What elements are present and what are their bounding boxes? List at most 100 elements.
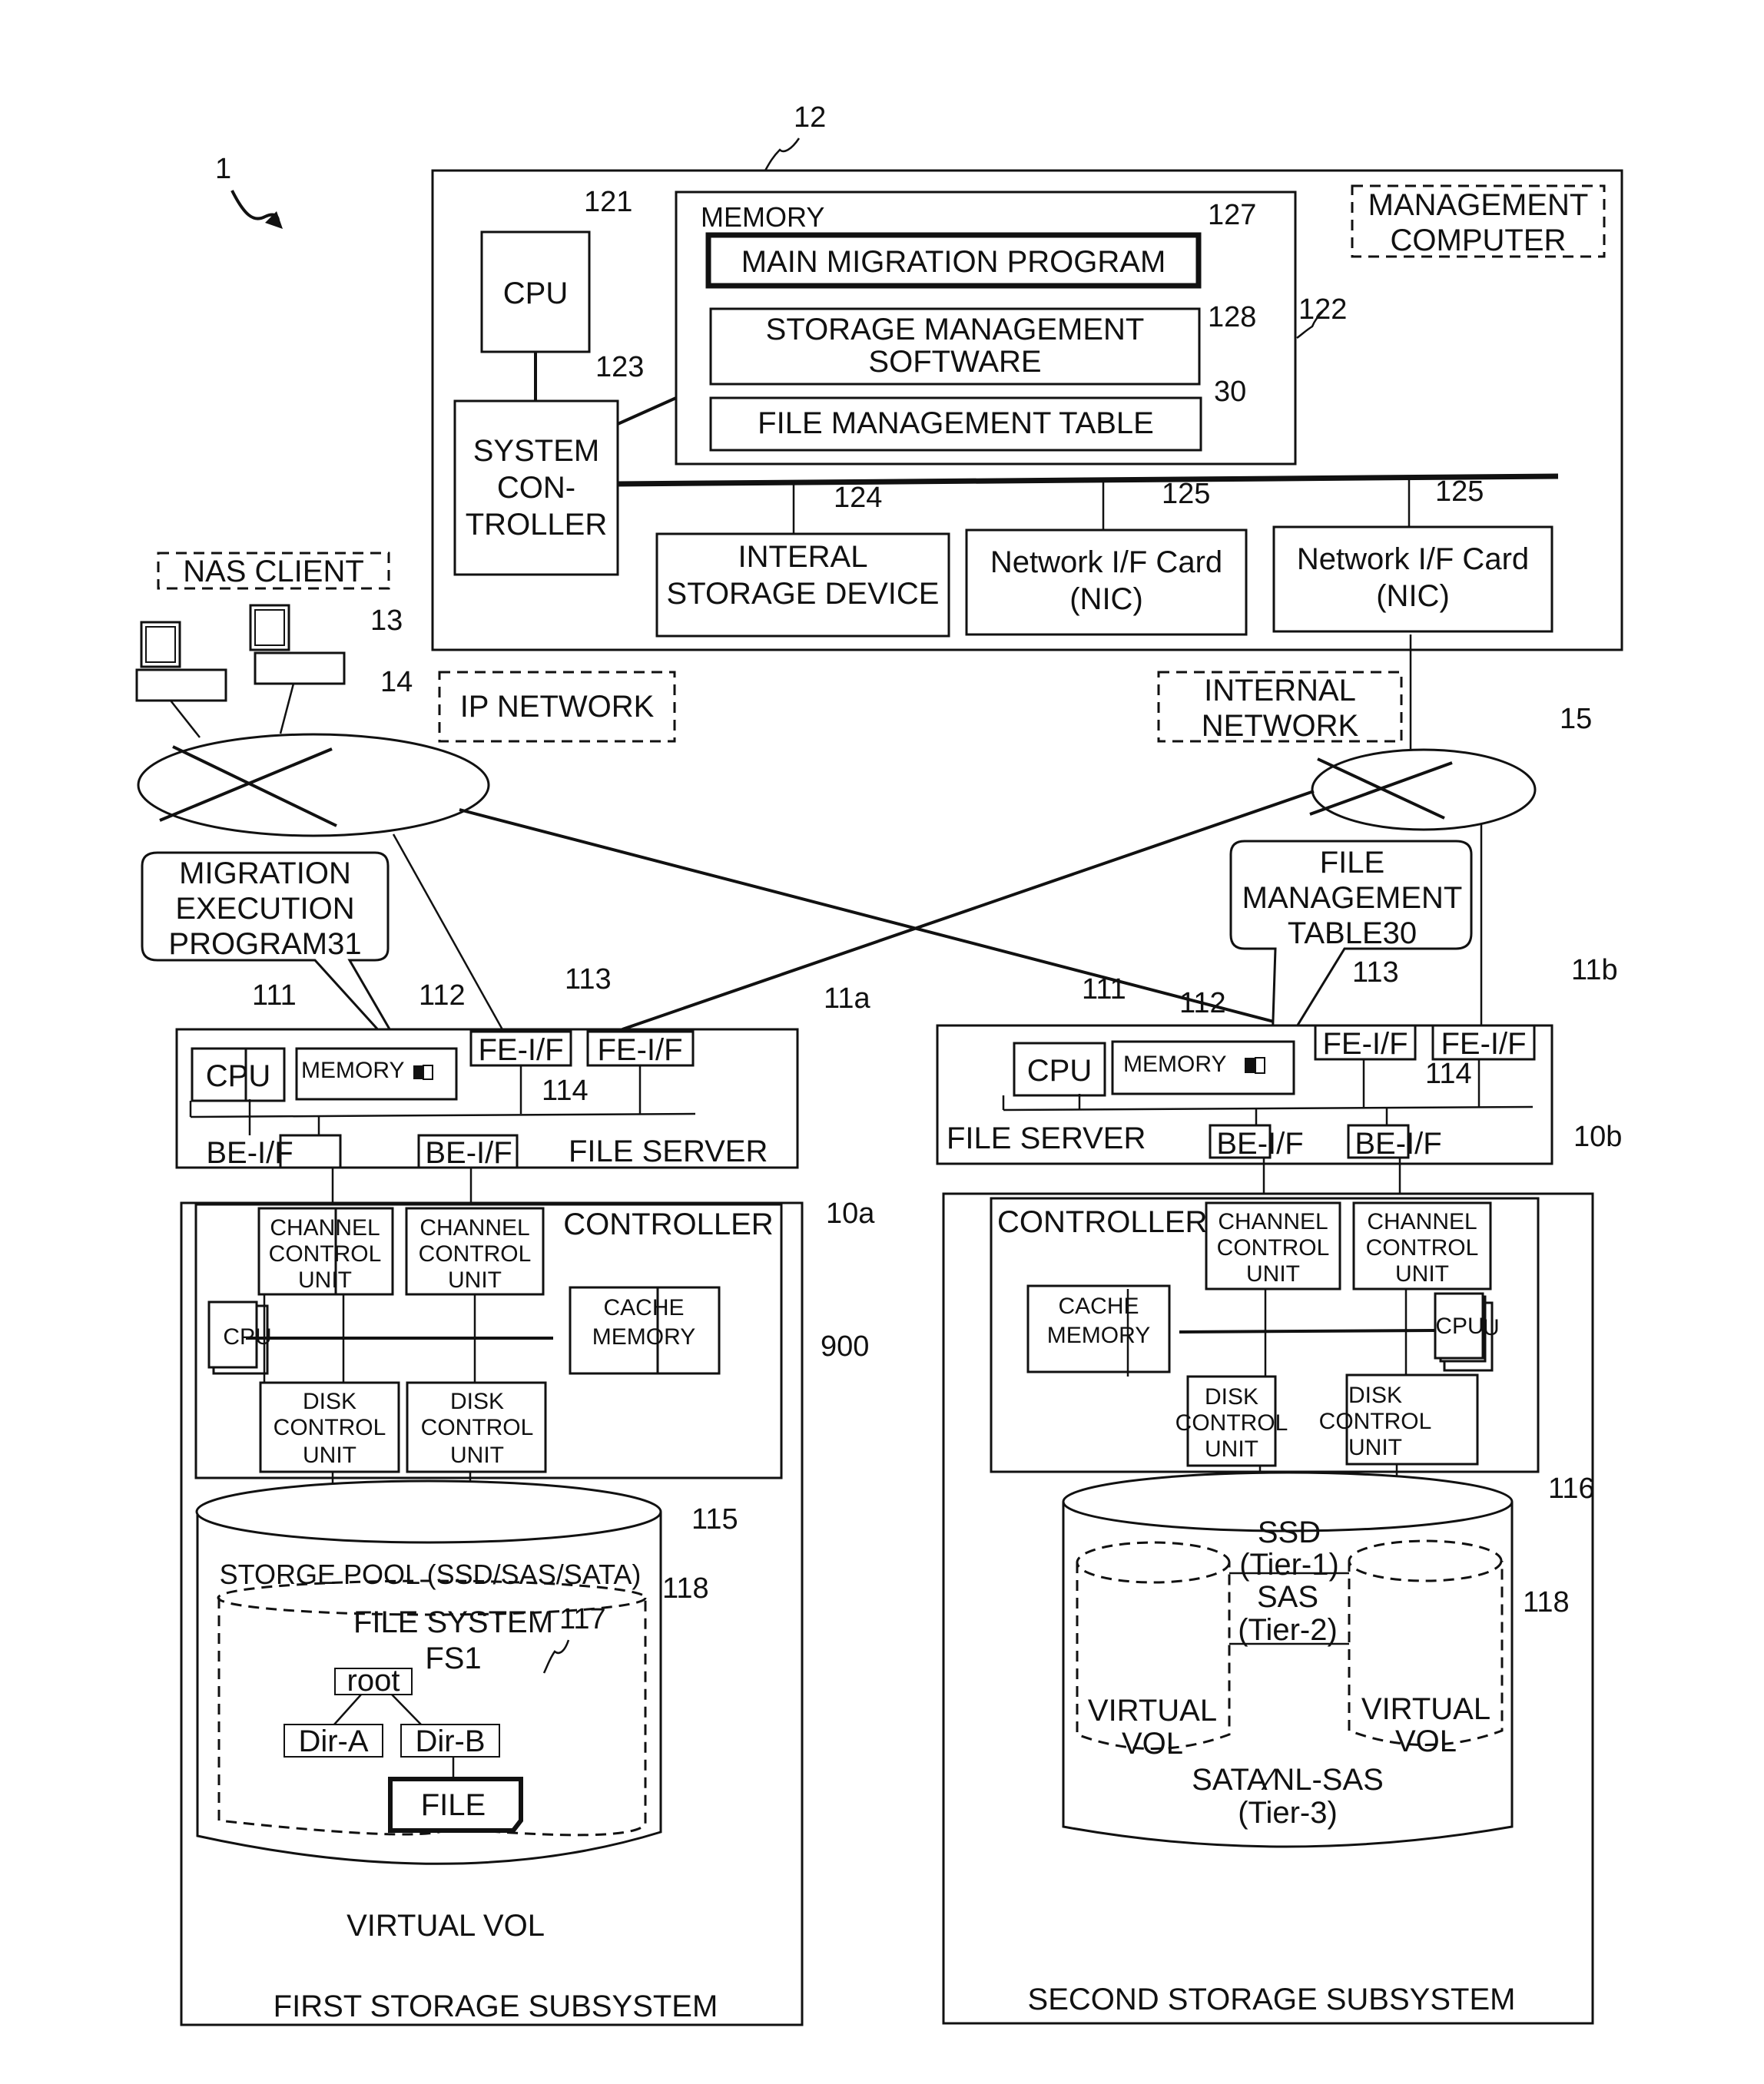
ip-network-label: IP NETWORK	[460, 690, 655, 724]
internal-storage-ref: 124	[834, 482, 882, 514]
be-if-label: BE-I/F	[206, 1136, 293, 1170]
file-system-label-2: FS1	[425, 1642, 481, 1675]
migration-execution-label-3: PROGRAM31	[168, 927, 361, 961]
file-management-table-mgmt-ref: 30	[1214, 376, 1246, 408]
tier-3-label-2: (Tier-3)	[1238, 1796, 1338, 1830]
unit-label: CHANNEL	[1367, 1209, 1477, 1234]
file-system-ref: 117	[559, 1603, 606, 1635]
unit-label: CHANNEL	[270, 1215, 380, 1241]
second-storage-ref: 10b	[1573, 1121, 1622, 1153]
controller-internal-bus	[1179, 1329, 1436, 1334]
nas-client-ref: 13	[370, 605, 403, 637]
memory-data-block-icon	[1255, 1057, 1265, 1074]
second-storage-subsystem: 10b SECOND STORAGE SUBSYSTEM CONTROLLER …	[942, 1121, 1622, 2025]
file-system-label-1: FILE SYSTEM	[353, 1605, 553, 1639]
tier-1-label-2: (Tier-1)	[1239, 1548, 1339, 1582]
file-server-b-fe-ref: 113	[1352, 956, 1399, 989]
tree-root-label: root	[347, 1664, 400, 1698]
ip-network-to-fs1-link	[392, 833, 520, 1059]
unit-label: DISK	[450, 1389, 504, 1414]
file-server-a-cpu-label: CPU	[206, 1059, 270, 1093]
management-computer-label-1: MANAGEMENT	[1368, 188, 1589, 222]
nic-2-label-2: (NIC)	[1376, 579, 1450, 613]
first-controller-label: CONTROLLER	[563, 1208, 773, 1241]
migration-execution-label-1: MIGRATION	[179, 856, 351, 890]
fe-if-label: FE-I/F	[1441, 1027, 1526, 1061]
internal-network-ellipse	[1311, 748, 1537, 831]
file-server-b-memory-ref: 112	[1179, 987, 1226, 1019]
file-server-a-label: FILE SERVER	[569, 1135, 768, 1168]
file-management-table-callout-3: TABLE30	[1288, 916, 1417, 950]
pool-cylinder-top	[195, 1479, 662, 1544]
virtual-vol-ref: 118	[662, 1572, 709, 1605]
cache-memory-label-1: CACHE	[603, 1295, 684, 1320]
tiered-pool-ref: 116	[1548, 1473, 1595, 1505]
internal-network-label-1: INTERNAL	[1204, 674, 1356, 707]
client-computer-icon	[135, 621, 227, 702]
nic-1-ref: 125	[1162, 478, 1210, 510]
management-computer: 12 MANAGEMENT COMPUTER CPU 121 SYSTEM CO…	[431, 101, 1623, 651]
ip-network-ellipse	[137, 733, 490, 837]
system-diagram: 1 12 MANAGEMENT COMPUTER CPU 121 SYSTEM …	[135, 101, 1623, 2026]
file-server-a-ref: 11a	[824, 982, 870, 1015]
file-management-table-mgmt-label: FILE MANAGEMENT TABLE	[758, 406, 1154, 440]
nic-1-label-2: (NIC)	[1069, 582, 1143, 616]
storage-management-software-label-2: SOFTWARE	[868, 345, 1041, 379]
controller-cpu-label: CPU	[1435, 1314, 1484, 1339]
virtual-vol-ref: 118	[1523, 1586, 1570, 1618]
unit-label: UNIT	[448, 1267, 502, 1293]
unit-label: CONTROL	[1175, 1410, 1288, 1436]
file-server-a: 11a CPU 111 MEMORY 112 FE-I/F FE-I/F 113…	[175, 963, 870, 1170]
client2-link	[279, 683, 295, 734]
unit-label: UNIT	[1205, 1436, 1258, 1462]
unit-label: CONTROL	[269, 1241, 382, 1267]
tier-3-label-1: SATA∕NL-SAS	[1192, 1763, 1384, 1797]
unit-label: UNIT	[303, 1443, 356, 1468]
unit-label: CONTROL	[421, 1415, 534, 1440]
management-computer-ref: 12	[794, 101, 826, 134]
mgmt-memory-label: MEMORY	[701, 201, 824, 233]
file-server-b-memory-label: MEMORY	[1123, 1052, 1226, 1077]
unit-label: CONTROL	[274, 1415, 386, 1440]
system-controller-ref: 123	[595, 351, 644, 383]
tree-dir-b-label: Dir-B	[415, 1725, 485, 1758]
network-cross-line	[1309, 761, 1453, 816]
nic-1-label-1: Network I/F Card	[990, 545, 1222, 579]
file-server-a-fe-ref: 113	[565, 963, 612, 996]
fe-if-label: FE-I/F	[1322, 1027, 1408, 1061]
first-storage-label: FIRST STORAGE SUBSYSTEM	[274, 1990, 718, 2023]
memory-data-block-icon	[413, 1065, 423, 1079]
unit-label: CONTROL	[419, 1241, 532, 1267]
file-server-a-cpu-ref: 111	[252, 979, 297, 1012]
internal-network-ref: 15	[1560, 703, 1592, 735]
cache-memory-label-2: MEMORY	[1047, 1323, 1150, 1348]
file-server-b-cpu-label: CPU	[1027, 1054, 1092, 1088]
second-controller-label: CONTROLLER	[997, 1205, 1207, 1239]
figure-reference: 1	[215, 153, 283, 229]
fe-if-label: FE-I/F	[597, 1033, 682, 1067]
unit-label: UNIT	[1348, 1435, 1402, 1460]
storage-management-software-label-1: STORAGE MANAGEMENT	[766, 313, 1145, 346]
tree-dir-a-label: Dir-A	[298, 1725, 368, 1758]
unit-label: CHANNEL	[1218, 1209, 1328, 1234]
virtual-vol-left-label-1: VIRTUAL	[1088, 1694, 1217, 1728]
virtual-vol-label: VIRTUAL VOL	[346, 1909, 545, 1943]
management-computer-label-2: COMPUTER	[1391, 224, 1567, 257]
tier-2-label-1: SAS	[1257, 1580, 1318, 1614]
unit-label: DISK	[1205, 1384, 1258, 1410]
be-if-label: BE-I/F	[425, 1136, 512, 1170]
unit-label: UNIT	[1246, 1261, 1300, 1287]
unit-label: CONTROL	[1366, 1235, 1479, 1261]
tier-2-label-2: (Tier-2)	[1238, 1613, 1338, 1647]
file-label: FILE	[421, 1788, 486, 1822]
internal-storage-label-1: INTERAL	[738, 540, 868, 574]
storage-pool-ref: 115	[691, 1503, 738, 1536]
memory-data-block-icon	[1245, 1058, 1255, 1073]
system-controller-label-3: TROLLER	[466, 508, 608, 542]
be-if-label: BE-I/F	[1216, 1127, 1303, 1161]
second-storage-label: SECOND STORAGE SUBSYSTEM	[1028, 1983, 1516, 2016]
file-management-table-callout-2: MANAGEMENT	[1242, 881, 1463, 915]
main-migration-program-ref: 127	[1208, 199, 1256, 231]
client1-link	[170, 700, 201, 738]
system-controller-label-1: SYSTEM	[473, 434, 599, 468]
